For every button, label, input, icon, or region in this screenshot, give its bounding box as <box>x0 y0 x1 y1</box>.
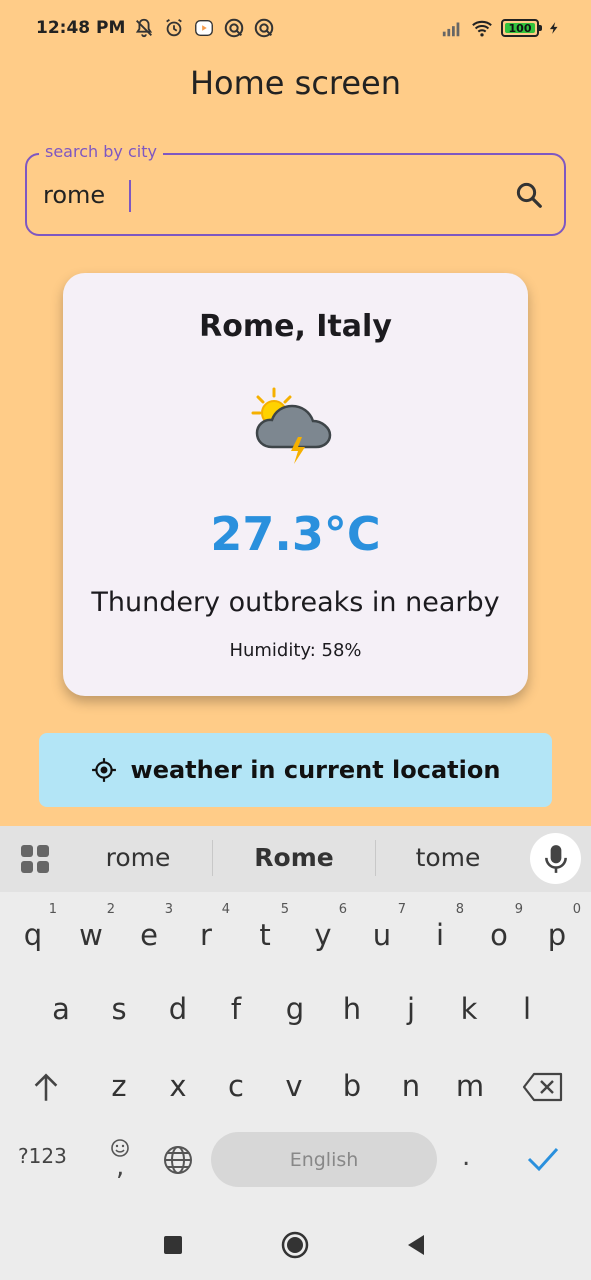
muted-bell-icon <box>136 18 153 38</box>
key-h[interactable]: h <box>330 984 374 1034</box>
humidity: Humidity: 58% <box>229 640 362 661</box>
suggestion-bar: rome Rome tome <box>0 826 591 892</box>
key-label: q <box>23 918 43 952</box>
media-icon <box>195 19 214 37</box>
key-label: o <box>490 918 508 952</box>
city-name: Rome, Italy <box>199 309 392 344</box>
recents-icon[interactable] <box>158 1230 188 1260</box>
suggestion-1[interactable]: rome <box>63 843 213 872</box>
thunderstorm-sun-icon <box>251 387 332 464</box>
key-label: w <box>79 918 103 952</box>
my-location-icon <box>91 758 116 782</box>
key-hint: 0 <box>572 902 581 917</box>
backspace-key[interactable] <box>522 1071 564 1103</box>
key-q[interactable]: q1 <box>11 902 57 960</box>
soft-keyboard: rome Rome tome q1 w2 e3 r4 t5 y6 u7 i8 o… <box>0 826 591 1210</box>
home-icon[interactable] <box>280 1230 310 1260</box>
comma-label: , <box>116 1152 125 1182</box>
key-hint: 1 <box>48 902 57 917</box>
key-t[interactable]: t5 <box>243 902 289 960</box>
current-location-button[interactable]: weather in current location <box>39 733 552 807</box>
key-label: y <box>314 918 332 952</box>
weather-condition: Thundery outbreaks in nearby <box>91 587 500 618</box>
search-field-label: search by city <box>39 142 163 161</box>
key-hint: 8 <box>455 902 464 917</box>
key-hint: 7 <box>397 902 406 917</box>
key-s[interactable]: s <box>97 984 141 1034</box>
key-y[interactable]: y6 <box>301 902 347 960</box>
key-hint: 6 <box>338 902 347 917</box>
key-k[interactable]: k <box>447 984 491 1034</box>
key-label: p <box>547 918 567 952</box>
status-time: 12:48 PM <box>36 18 126 38</box>
sync-icon <box>255 18 274 38</box>
key-c[interactable]: c <box>214 1061 258 1111</box>
emoji-comma-key[interactable]: , <box>106 1138 134 1182</box>
key-j[interactable]: j <box>389 984 433 1034</box>
status-bar: 12:48 PM 100 <box>0 0 591 56</box>
battery-level: 100 <box>508 21 532 35</box>
voice-input-button[interactable] <box>530 833 581 884</box>
key-label: r <box>200 918 212 952</box>
key-i[interactable]: i8 <box>418 902 464 960</box>
back-icon[interactable] <box>402 1230 432 1260</box>
apps-grid-icon[interactable] <box>20 844 50 874</box>
key-m[interactable]: m <box>448 1061 492 1111</box>
alarm-icon <box>166 18 183 37</box>
key-hint: 3 <box>164 902 173 917</box>
temperature: 27.3°C <box>210 507 381 561</box>
key-p[interactable]: p0 <box>535 902 581 960</box>
suggestion-2[interactable]: Rome <box>219 843 369 872</box>
key-d[interactable]: d <box>156 984 200 1034</box>
shift-key[interactable] <box>32 1073 60 1103</box>
key-hint: 9 <box>514 902 523 917</box>
signal-icon <box>442 22 460 37</box>
key-n[interactable]: n <box>389 1061 433 1111</box>
search-input[interactable] <box>43 177 483 213</box>
key-z[interactable]: z <box>97 1061 141 1111</box>
microphone-icon <box>544 844 567 873</box>
battery-icon: 100 <box>501 19 542 37</box>
key-label: e <box>140 918 158 952</box>
key-g[interactable]: g <box>273 984 317 1034</box>
key-r[interactable]: r4 <box>184 902 230 960</box>
wifi-icon <box>472 20 492 37</box>
search-field[interactable]: search by city <box>25 142 566 236</box>
search-icon[interactable] <box>514 180 544 210</box>
current-location-label: weather in current location <box>130 756 501 784</box>
space-key[interactable]: English <box>211 1132 437 1187</box>
suggestion-divider <box>212 840 213 876</box>
suggestion-3[interactable]: tome <box>373 843 523 872</box>
key-e[interactable]: e3 <box>127 902 173 960</box>
key-label: i <box>435 918 445 952</box>
key-b[interactable]: b <box>330 1061 374 1111</box>
key-x[interactable]: x <box>156 1061 200 1111</box>
key-w[interactable]: w2 <box>69 902 115 960</box>
charging-icon <box>549 22 558 34</box>
key-o[interactable]: o9 <box>477 902 523 960</box>
key-f[interactable]: f <box>214 984 258 1034</box>
checkmark-icon[interactable] <box>526 1144 560 1174</box>
key-a[interactable]: a <box>39 984 83 1034</box>
key-hint: 2 <box>106 902 115 917</box>
key-hint: 4 <box>221 902 230 917</box>
weather-card: Rome, Italy 27.3°C Thundery outbreaks in… <box>63 273 528 696</box>
key-u[interactable]: u7 <box>360 902 406 960</box>
key-label: t <box>259 918 271 952</box>
symbols-key[interactable]: ?123 <box>18 1144 67 1168</box>
key-l[interactable]: l <box>505 984 549 1034</box>
system-nav-bar <box>0 1210 591 1280</box>
period-key[interactable]: . <box>462 1142 470 1172</box>
page-title: Home screen <box>189 64 402 102</box>
sync-icon <box>225 18 244 38</box>
key-hint: 5 <box>280 902 289 917</box>
text-cursor <box>129 180 131 212</box>
key-v[interactable]: v <box>272 1061 316 1111</box>
key-label: u <box>372 918 392 952</box>
globe-icon[interactable] <box>162 1144 194 1176</box>
